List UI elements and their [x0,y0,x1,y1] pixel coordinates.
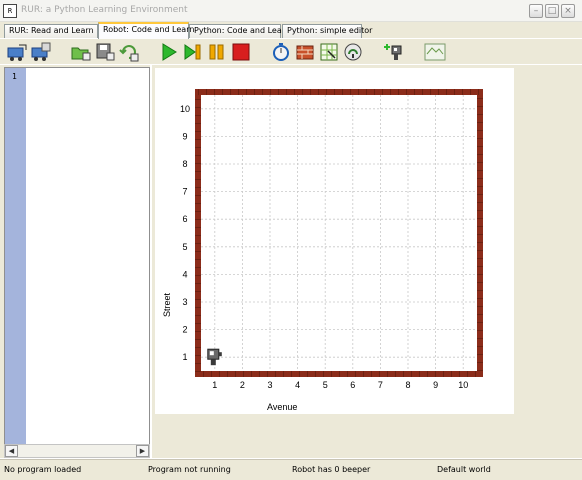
editor-horizontal-scrollbar[interactable]: ◀ ▶ [4,444,150,458]
avenue-tick-label: 9 [433,380,438,390]
save-world-button[interactable] [30,41,52,63]
code-editor-panel: 1 ◀ ▶ [0,65,150,458]
status-beepers: Robot has 0 beeper [292,465,371,474]
scroll-right-icon[interactable]: ▶ [136,445,149,457]
open-world-icon [7,44,27,61]
save-program-button[interactable] [94,41,116,63]
avenue-tick-label: 2 [240,380,245,390]
robot-leg [210,359,216,366]
toolbar [0,38,582,64]
code-editor[interactable]: 1 [4,67,150,445]
line-number: 1 [12,72,17,81]
pause-button[interactable] [206,41,228,63]
stop-button[interactable] [230,41,252,63]
y-axis-label: Street [162,292,172,317]
status-bar: No program loaded Program not running Ro… [0,459,582,480]
robot-eye [209,351,214,356]
street-tick-label: 6 [182,214,187,224]
window-title: RUR: a Python Learning Environment [21,5,188,15]
reset-world-button[interactable] [118,41,140,63]
line-number-gutter: 1 [5,68,26,444]
x-axis-label: Avenue [267,402,297,412]
robot-settings-button[interactable] [382,41,404,63]
title-bar: R RUR: a Python Learning Environment – □… [0,0,582,22]
world-builder-icon [424,43,446,61]
reset-icon [119,45,139,62]
step-button[interactable] [182,41,204,63]
street-tick-label: 2 [182,325,187,335]
step-icon [184,44,201,60]
avenue-tick-label: 3 [267,380,272,390]
robot-icon [384,44,402,60]
street-tick-label: 9 [182,131,187,141]
tab-python-simple-editor[interactable]: Python: simple editor [282,24,372,38]
beeper-icon [344,43,362,61]
status-running: Program not running [148,465,231,474]
world-vertical-scrollbar[interactable] [572,65,582,458]
avenue-tick-label: 4 [295,380,300,390]
robot-direction-marker [218,352,222,357]
avenue-tick-label: 7 [378,380,383,390]
street-tick-label: 7 [182,187,187,197]
play-icon [162,43,177,61]
app-icon: R [3,4,17,18]
edit-walls-button[interactable] [294,41,316,63]
avenue-tick-label: 8 [405,380,410,390]
speed-button[interactable] [270,41,292,63]
pause-icon [209,44,224,60]
avenue-tick-label: 5 [323,380,328,390]
street-tick-label: 3 [182,297,187,307]
status-world: Default world [437,465,491,474]
close-button[interactable]: × [561,4,575,18]
beepers-button[interactable] [342,41,364,63]
avenue-tick-label: 10 [458,380,468,390]
world-builder-button[interactable] [424,41,446,63]
tab-robot-code-and-learn[interactable]: Robot: Code and Learn [98,22,194,39]
save-world-icon [31,42,51,61]
world-canvas[interactable]: 1 2 3 4 5 6 7 8 9 10 1 2 3 4 5 6 7 8 9 10 Avenue Street [155,68,514,414]
maximize-button[interactable]: □ [545,4,559,18]
robot-world-grid[interactable]: 1 2 3 4 5 6 7 8 9 10 1 2 3 4 5 6 7 8 9 10 Avenue Street [155,68,514,414]
bricks-icon [296,45,314,60]
save-disk-icon [96,43,115,61]
resize-world-button[interactable] [318,41,340,63]
run-button[interactable] [158,41,180,63]
stop-icon [232,43,250,61]
avenue-tick-label: 1 [212,380,217,390]
street-tick-label: 5 [182,242,187,252]
street-tick-label: 1 [182,352,187,362]
minimize-button[interactable]: – [529,4,543,18]
wall-brick-texture [195,89,483,377]
tab-python-code-and-learn[interactable]: Python: Code and Learn [189,24,290,38]
avenue-tick-label: 6 [350,380,355,390]
open-world-button[interactable] [6,41,28,63]
resize-icon [320,43,338,61]
tab-read-and-learn[interactable]: RUR: Read and Learn [4,24,98,38]
tab-bar: RUR: Read and Learn Robot: Code and Lear… [0,22,582,39]
stopwatch-icon [273,43,289,61]
boundary-wall [195,89,483,377]
street-tick-label: 4 [182,269,187,279]
open-folder-icon [71,47,91,61]
world-view-panel: 1 2 3 4 5 6 7 8 9 10 1 2 3 4 5 6 7 8 9 10 Avenue Street [152,65,582,458]
street-tick-label: 10 [180,104,190,114]
status-program: No program loaded [4,465,82,474]
scroll-left-icon[interactable]: ◀ [5,445,18,457]
open-program-button[interactable] [70,41,92,63]
street-tick-label: 8 [182,159,187,169]
